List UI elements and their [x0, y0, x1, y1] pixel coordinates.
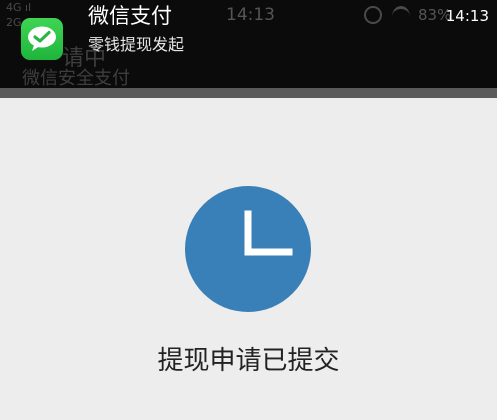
- notification-title: 微信支付: [88, 4, 172, 28]
- notification-message: 零钱提现发起: [88, 35, 185, 54]
- notification-time: 14:13: [445, 7, 489, 25]
- banner-divider: [0, 88, 497, 98]
- ghost-carrier-2: 2G: [6, 16, 22, 29]
- ghost-status-time: 14:13: [226, 5, 275, 25]
- ghost-carrier: 4G ıl: [6, 1, 32, 14]
- clock-icon: [185, 186, 311, 312]
- wechat-bubble-icon: [28, 26, 56, 51]
- result-panel: 提现申请已提交: [0, 98, 497, 420]
- wifi-icon: [392, 6, 410, 27]
- status-message: 提现申请已提交: [157, 346, 340, 376]
- ghost-header-subtitle: 微信安全支付: [22, 68, 130, 88]
- wechat-icon: [21, 18, 63, 60]
- alarm-icon: [364, 6, 382, 24]
- notification-banner[interactable]: 4G ıl 2G 14:13 83% 请中 微信安全支付 微信支付 零钱提现发起…: [0, 0, 497, 88]
